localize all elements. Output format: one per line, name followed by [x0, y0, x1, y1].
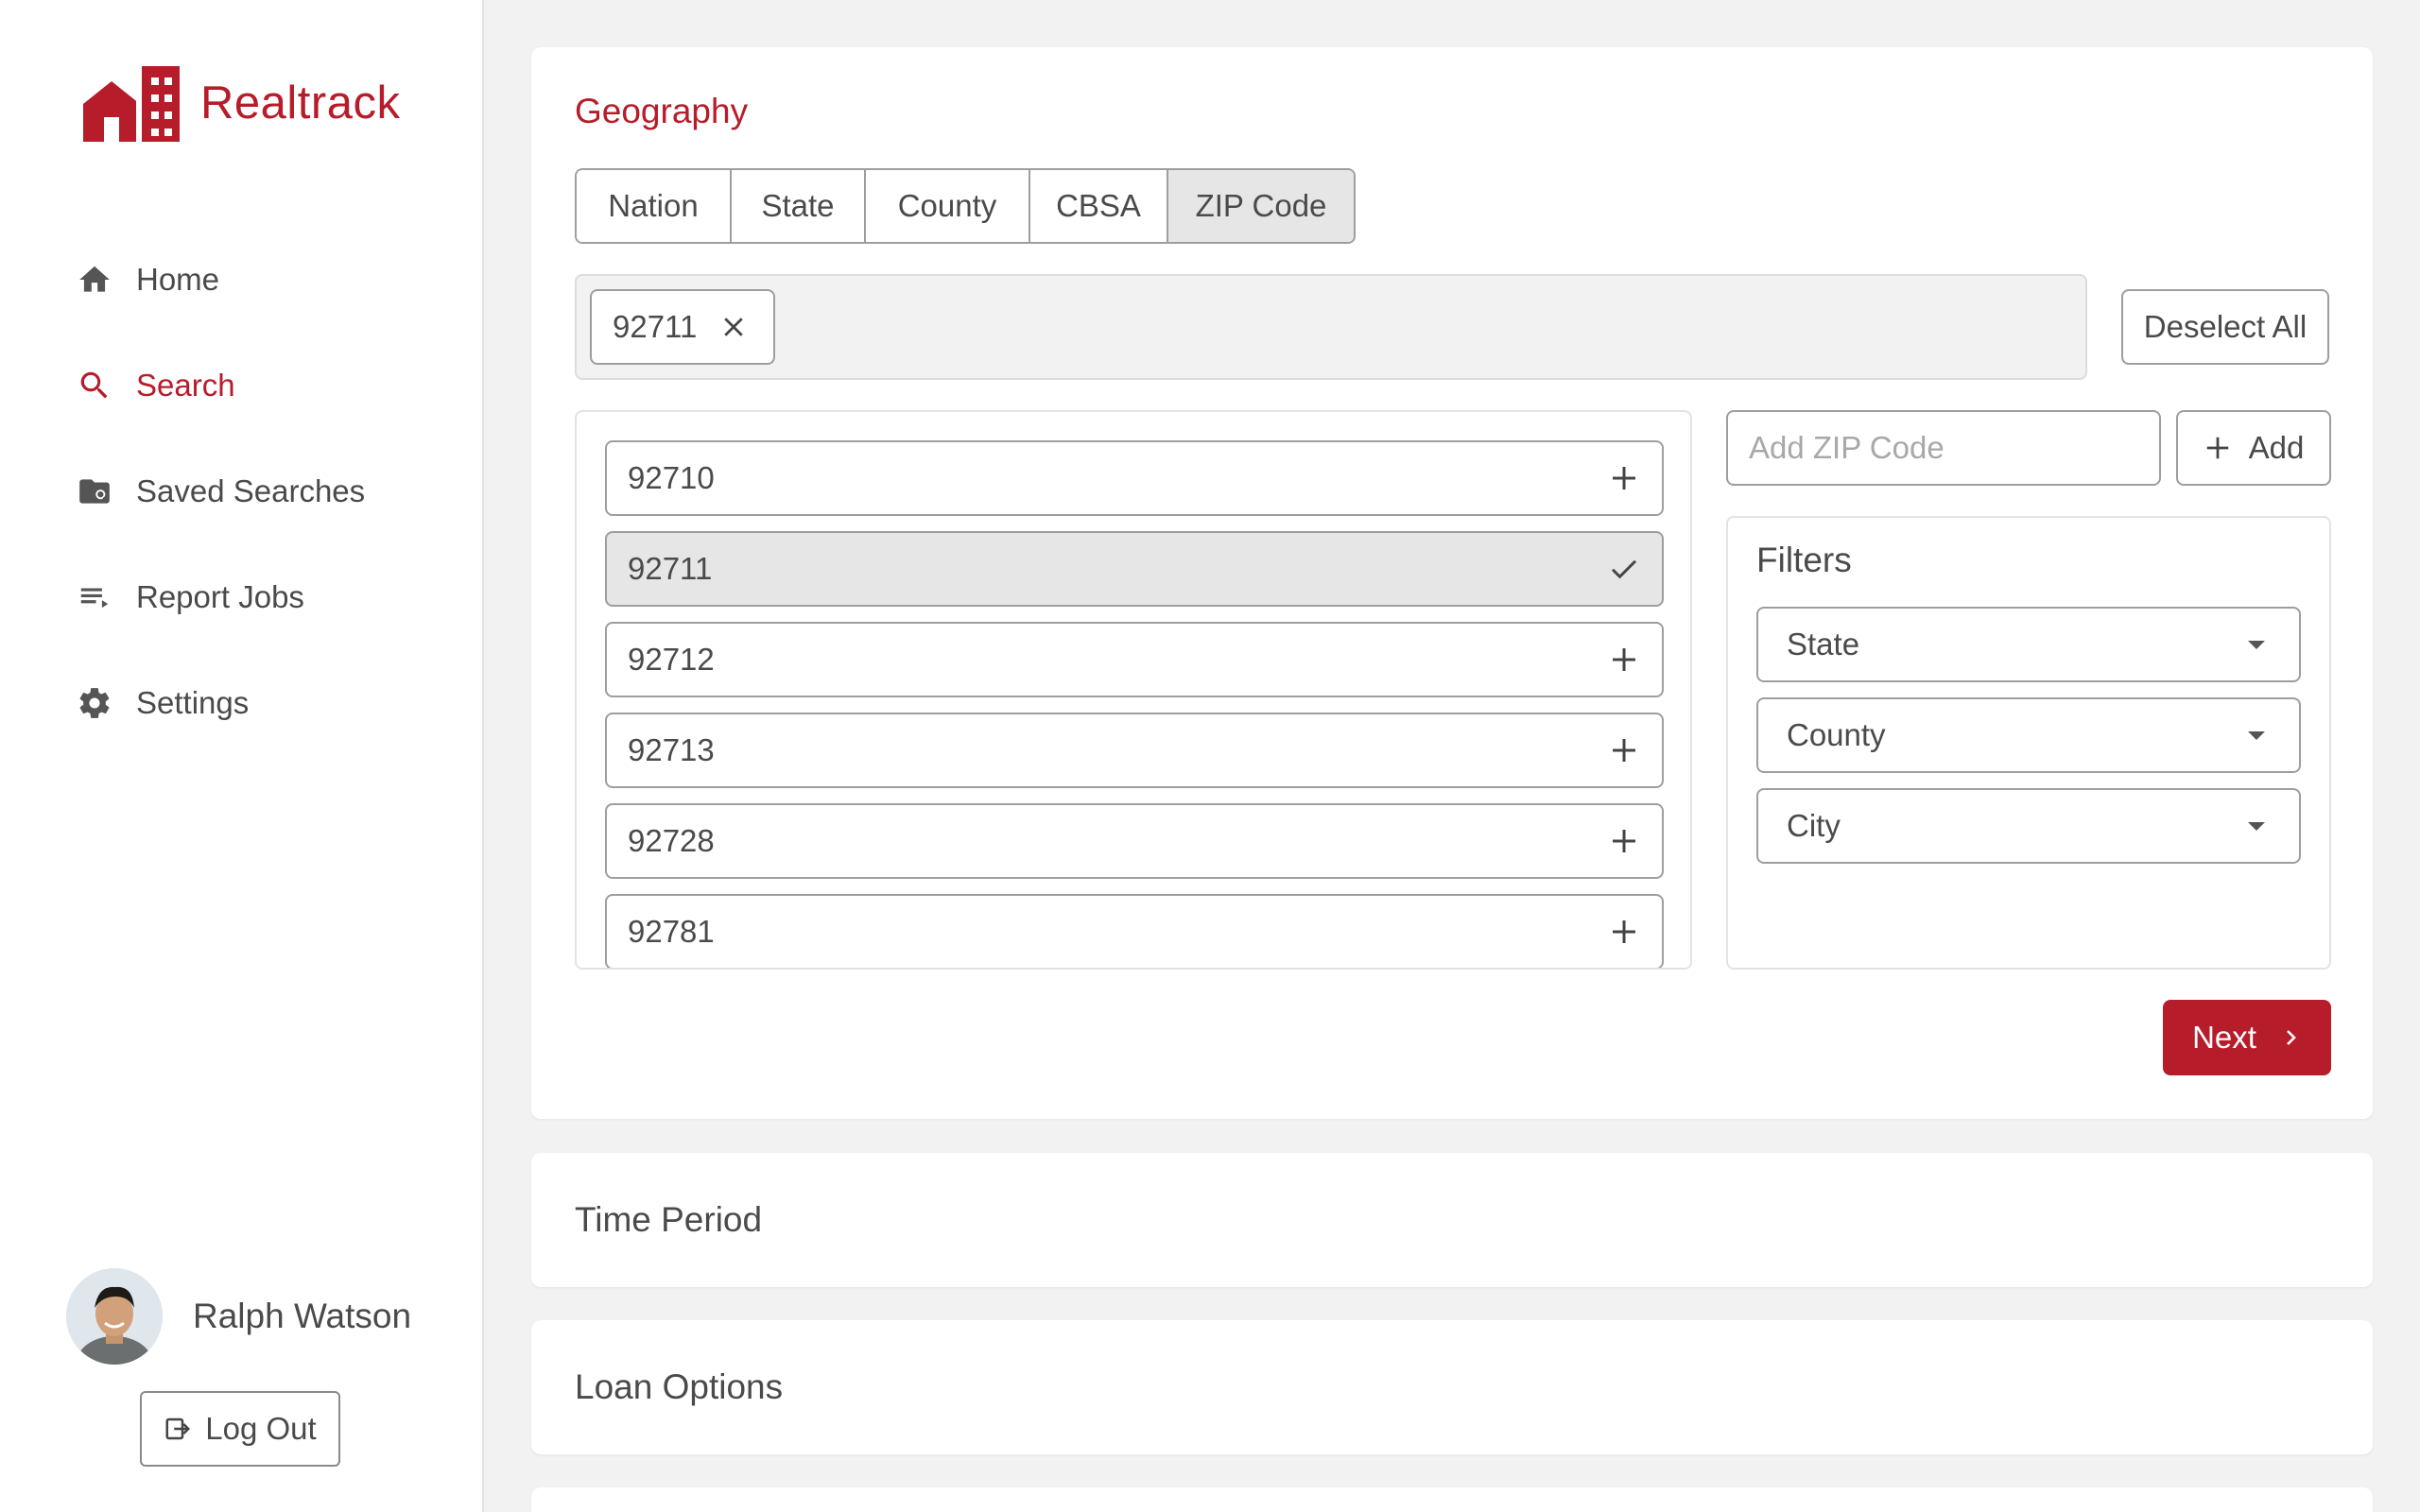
plus-icon[interactable] — [1607, 461, 1641, 495]
selected-zip-chip: 92711 — [590, 289, 775, 365]
sidebar-item-search[interactable]: Search — [76, 333, 365, 438]
next-section-card[interactable] — [531, 1487, 2373, 1512]
logout-button[interactable]: Log Out — [140, 1391, 340, 1467]
time-period-section[interactable]: Time Period — [531, 1153, 2373, 1287]
plus-icon — [2206, 437, 2228, 459]
zip-code-label: 92713 — [628, 732, 715, 767]
county-filter-dropdown[interactable]: County — [1756, 697, 2301, 773]
logout-label: Log Out — [205, 1411, 317, 1446]
close-icon[interactable] — [719, 313, 748, 341]
next-label: Next — [2192, 1020, 2256, 1055]
dropdown-label: State — [1787, 627, 1860, 662]
sidebar-nav: Home Search Saved Searches Report Jobs S… — [76, 227, 365, 756]
zip-code-label: 92781 — [628, 914, 715, 949]
gear-icon — [76, 684, 113, 722]
caret-down-icon — [2248, 730, 2265, 740]
level-zip-code-button[interactable]: ZIP Code — [1168, 170, 1354, 242]
sidebar-item-label: Search — [136, 368, 235, 403]
geography-card: Geography Nation State County CBSA ZIP C… — [531, 47, 2373, 1119]
level-cbsa-button[interactable]: CBSA — [1030, 170, 1168, 242]
filters-panel: Filters State County City — [1726, 516, 2331, 970]
app-logo[interactable]: Realtrack — [83, 64, 400, 142]
chevron-right-icon — [2287, 1030, 2296, 1045]
dropdown-label: County — [1787, 717, 1886, 752]
filters-title: Filters — [1756, 541, 1852, 579]
sidebar-item-report-jobs[interactable]: Report Jobs — [76, 544, 365, 650]
search-icon — [76, 367, 113, 404]
avatar[interactable] — [66, 1268, 163, 1365]
sidebar-item-label: Home — [136, 262, 220, 297]
caret-down-icon — [2248, 821, 2265, 831]
time-period-title: Time Period — [575, 1200, 763, 1239]
loan-options-title: Loan Options — [575, 1367, 784, 1406]
sidebar-item-label: Report Jobs — [136, 579, 304, 614]
add-zip-button[interactable]: Add — [2176, 410, 2331, 486]
user-name: Ralph Watson — [193, 1297, 412, 1335]
list-item[interactable]: 92712 — [605, 622, 1664, 697]
app-name: Realtrack — [200, 77, 401, 129]
sidebar: Realtrack Home Search Saved Searches Rep… — [0, 0, 484, 1512]
level-county-button[interactable]: County — [866, 170, 1030, 242]
state-filter-dropdown[interactable]: State — [1756, 607, 2301, 682]
level-state-button[interactable]: State — [732, 170, 866, 242]
logout-icon — [165, 1418, 191, 1440]
sidebar-item-saved-searches[interactable]: Saved Searches — [76, 438, 365, 544]
zip-code-label: 92711 — [628, 551, 713, 586]
loan-options-section[interactable]: Loan Options — [531, 1320, 2373, 1454]
home-icon — [76, 261, 113, 299]
plus-icon[interactable] — [1607, 733, 1641, 767]
plus-icon[interactable] — [1607, 824, 1641, 858]
list-item[interactable]: 92781 — [605, 894, 1664, 968]
sidebar-item-label: Settings — [136, 685, 250, 720]
sidebar-item-home[interactable]: Home — [76, 227, 365, 333]
geography-level-selector: Nation State County CBSA ZIP Code — [575, 168, 1356, 244]
add-label: Add — [2248, 430, 2305, 465]
list-item[interactable]: 92728 — [605, 803, 1664, 879]
zip-code-list[interactable]: 92710 92711 92712 92713 92728 92781 — [575, 410, 1692, 970]
caret-down-icon — [2248, 640, 2265, 649]
sidebar-item-label: Saved Searches — [136, 473, 366, 508]
check-icon[interactable] — [1607, 552, 1641, 586]
level-nation-button[interactable]: Nation — [577, 170, 732, 242]
zip-code-label: 92728 — [628, 823, 715, 858]
deselect-all-button[interactable]: Deselect All — [2121, 289, 2329, 365]
geography-title: Geography — [575, 92, 749, 130]
add-zip-code-input[interactable] — [1726, 410, 2161, 486]
sidebar-item-settings[interactable]: Settings — [76, 650, 365, 756]
list-icon — [76, 578, 113, 616]
zip-code-label: 92712 — [628, 642, 715, 677]
list-item[interactable]: 92713 — [605, 713, 1664, 788]
list-item[interactable]: 92711 — [605, 531, 1664, 607]
selected-chips-area: 92711 — [575, 274, 2087, 380]
list-item[interactable]: 92710 — [605, 440, 1664, 516]
zip-code-label: 92710 — [628, 460, 715, 495]
city-filter-dropdown[interactable]: City — [1756, 788, 2301, 864]
plus-icon[interactable] — [1607, 643, 1641, 677]
user-profile: Ralph Watson — [66, 1268, 411, 1365]
next-button[interactable]: Next — [2163, 1000, 2331, 1075]
dropdown-label: City — [1787, 808, 1841, 843]
saved-search-folder-icon — [76, 472, 113, 510]
building-logo-icon — [83, 66, 180, 142]
chip-label: 92711 — [613, 309, 698, 344]
plus-icon[interactable] — [1607, 915, 1641, 949]
